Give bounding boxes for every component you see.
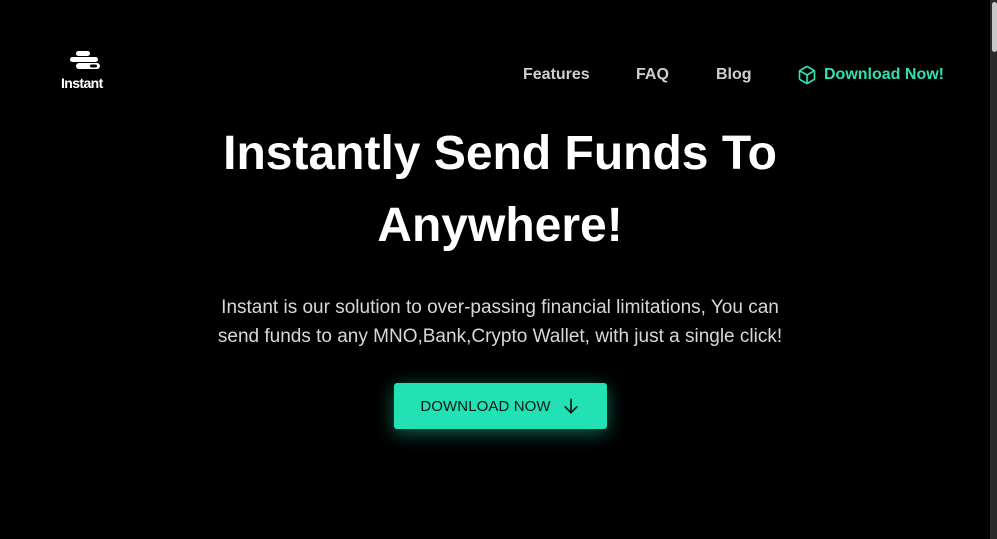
download-now-link[interactable]: Download Now!: [797, 63, 944, 87]
scrollbar-thumb[interactable]: [992, 2, 997, 52]
scrollbar-track[interactable]: [990, 0, 997, 539]
cube-icon: [798, 65, 816, 85]
hero-title: Instantly Send Funds To Anywhere!: [223, 127, 777, 252]
download-now-button-label: DOWNLOAD NOW: [420, 397, 551, 415]
logo[interactable]: Instant: [61, 50, 109, 94]
nav-link-faq[interactable]: FAQ: [636, 65, 669, 85]
wallet-stack-icon: [70, 51, 100, 69]
arrow-down-icon: [564, 398, 578, 414]
hero-description: Instant is our solution to over-passing …: [217, 297, 783, 347]
nav-link-blog[interactable]: Blog: [716, 65, 752, 85]
nav-link-features[interactable]: Features: [523, 65, 590, 85]
download-now-label: Download Now!: [824, 66, 944, 83]
landing-page: Instant Features FAQ Blog Download Now! …: [0, 0, 997, 539]
logo-text: Instant: [61, 75, 103, 91]
download-now-button[interactable]: DOWNLOAD NOW: [394, 383, 607, 429]
